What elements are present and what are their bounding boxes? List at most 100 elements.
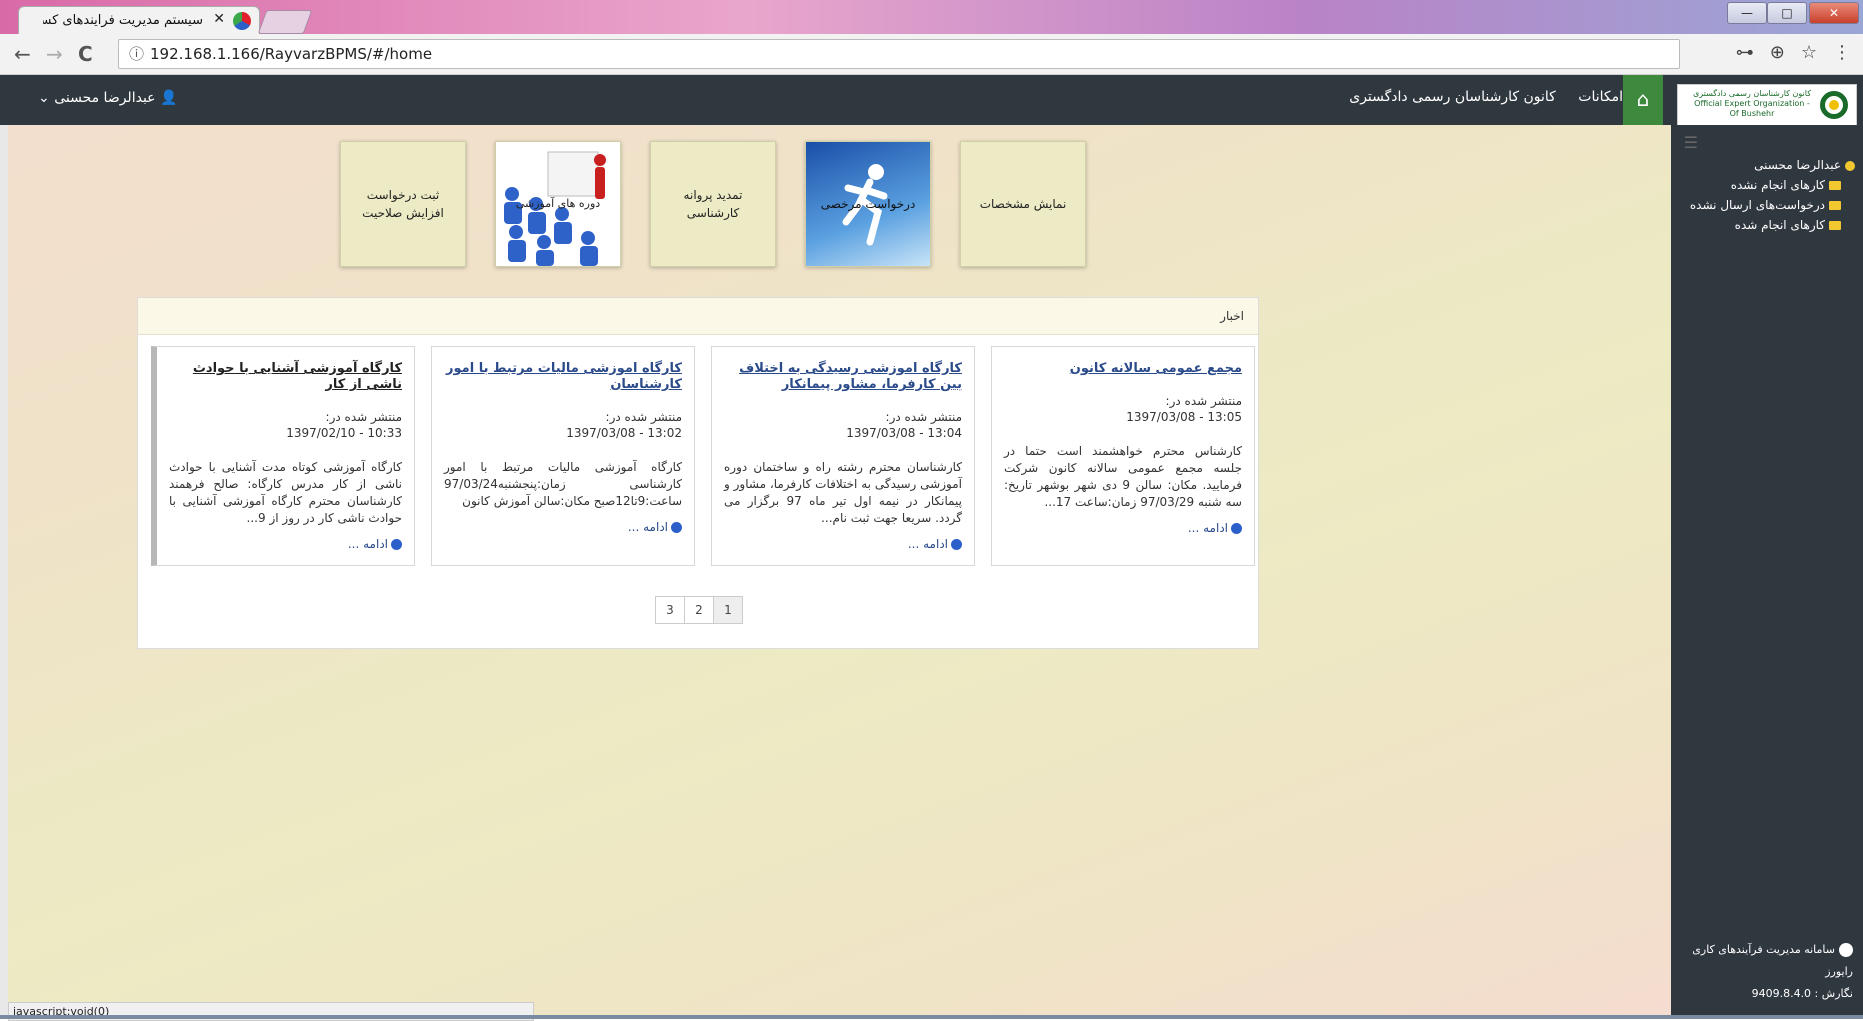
published-label: منتشر شده در: xyxy=(1165,394,1242,408)
sidebar: ☰ عبدالرضا محسنی کارهای انجام نشده درخوا… xyxy=(1671,125,1863,1019)
key-icon[interactable]: ⊶ xyxy=(1736,42,1754,63)
news-body: کارگاه آموزشی کوتاه مدت آشنایی با حوادث … xyxy=(169,460,402,525)
read-more-label: ادامه ... xyxy=(907,537,948,551)
read-more-link[interactable]: ادامه ... xyxy=(1004,521,1242,535)
organization-logo[interactable]: کانون کارشناسان رسمی دادگستری - Official… xyxy=(1677,84,1857,126)
news-panel: اخبار مجمع عمومی سالانه کانون منتشر شده … xyxy=(137,297,1259,649)
reload-icon[interactable]: C xyxy=(78,42,93,66)
tile-competency-request[interactable]: ثبت درخواست افزایش صلاحیت xyxy=(340,141,466,267)
navbar-links: امکانات کانون کارشناسان رسمی دادگستری xyxy=(1331,89,1623,105)
product-name: سامانه مدیریت فرآیندهای کاری رایورز xyxy=(1692,943,1853,978)
read-more-label: ادامه ... xyxy=(1187,521,1228,535)
chrome-favicon-icon xyxy=(233,12,251,30)
home-button[interactable]: ⌂ xyxy=(1623,75,1663,125)
browser-actions: ⊶ ⊕ ☆ ⋮ xyxy=(1720,42,1851,63)
browser-tab[interactable]: ✕ سیستم مدیریت فرایندهای کسب و xyxy=(18,6,260,35)
maximize-button[interactable]: □ xyxy=(1767,2,1807,24)
news-body: کارشناس محترم خواهشمند است حتما در جلسه … xyxy=(1004,444,1242,509)
page-3-button[interactable]: 3 xyxy=(655,596,685,624)
taskbar-edge xyxy=(0,1015,1863,1019)
app-navbar: 👤 عبدالرضا محسنی ⌄ امکانات کانون کارشناس… xyxy=(0,75,1863,125)
sidebar-item-done-tasks[interactable]: کارهای انجام شده xyxy=(1690,215,1855,235)
sidebar-item-pending-tasks[interactable]: کارهای انجام نشده xyxy=(1690,175,1855,195)
tile-training-courses[interactable]: دوره های آموزشی xyxy=(495,141,621,267)
news-title[interactable]: کارگاه آموزشی آشنایی با حوادث ناشی از کا… xyxy=(169,361,402,393)
sidebar-item-unsent-requests[interactable]: درخواست‌های ارسال نشده xyxy=(1690,195,1855,215)
published-label: منتشر شده در: xyxy=(605,410,682,424)
tile-label: نمایش مشخصات xyxy=(979,197,1067,211)
site-info-icon[interactable]: ⓘ xyxy=(129,40,144,68)
sidebar-item-label: کارهای انجام نشده xyxy=(1730,178,1825,192)
folder-icon xyxy=(1829,221,1841,230)
sidebar-footer: سامانه مدیریت فرآیندهای کاری رایورز نگار… xyxy=(1671,939,1853,1005)
url-text: 192.168.1.166/RayvarzBPMS/#/home xyxy=(150,45,433,63)
news-card: مجمع عمومی سالانه کانون منتشر شده در: 13… xyxy=(991,346,1255,566)
published-label: منتشر شده در: xyxy=(325,410,402,424)
tile-renew-license[interactable]: تمدید پروانه کارشناسی xyxy=(650,141,776,267)
pagination: 3 2 1 xyxy=(655,596,743,624)
read-more-link[interactable]: ادامه ... xyxy=(444,520,682,534)
user-name: عبدالرضا محسنی xyxy=(54,90,156,106)
published-date: 13:04 - 1397/03/08 xyxy=(846,426,962,440)
news-header: اخبار xyxy=(138,298,1258,335)
read-more-label: ادامه ... xyxy=(347,537,388,551)
organization-title[interactable]: کانون کارشناسان رسمی دادگستری xyxy=(1349,89,1556,105)
news-title[interactable]: مجمع عمومی سالانه کانون xyxy=(1004,361,1242,377)
bookmark-star-icon[interactable]: ☆ xyxy=(1801,42,1817,63)
tile-leave-request[interactable]: درخواست مرخصی xyxy=(805,141,931,267)
news-card: کارگاه آموزشی آشنایی با حوادث ناشی از کا… xyxy=(151,346,415,566)
url-input[interactable]: ⓘ 192.168.1.166/RayvarzBPMS/#/home xyxy=(118,39,1680,69)
globe-icon xyxy=(951,539,962,550)
globe-icon xyxy=(391,539,402,550)
logo-emblem-icon xyxy=(1820,91,1848,119)
tile-label: ثبت درخواست افزایش صلاحیت xyxy=(362,188,444,220)
page-2-button[interactable]: 2 xyxy=(684,596,714,624)
globe-icon xyxy=(671,522,682,533)
user-icon: 👤 xyxy=(159,90,178,106)
folder-icon xyxy=(1829,201,1841,210)
chevron-down-icon: ⌄ xyxy=(38,90,50,106)
window-close-button[interactable]: ✕ xyxy=(1809,2,1859,24)
news-title[interactable]: کارگاه اموزشی مالیات مرتبط با امور کارشن… xyxy=(444,361,682,393)
forward-icon[interactable]: → xyxy=(46,42,63,66)
zoom-icon[interactable]: ⊕ xyxy=(1770,42,1785,63)
tab-title: سیستم مدیریت فرایندهای کسب و xyxy=(43,13,203,28)
globe-icon xyxy=(1839,943,1853,957)
tile-label: درخواست مرخصی xyxy=(820,197,916,211)
news-body: کارشناسان محترم رشته راه و ساختمان دوره … xyxy=(724,460,962,525)
news-title[interactable]: کارگاه اموزشی رسیدگی به اختلاف بین کارفر… xyxy=(724,361,962,393)
read-more-link[interactable]: ادامه ... xyxy=(724,537,962,551)
user-menu[interactable]: 👤 عبدالرضا محسنی ⌄ xyxy=(38,90,177,106)
new-tab-button[interactable] xyxy=(257,10,313,34)
user-icon xyxy=(1845,160,1855,171)
published-date: 10:33 - 1397/02/10 xyxy=(286,426,402,440)
tile-label: تمدید پروانه کارشناسی xyxy=(683,188,743,220)
browser-tab-strip: ✕ سیستم مدیریت فرایندهای کسب و — □ ✕ xyxy=(0,0,1863,35)
browser-menu-icon[interactable]: ⋮ xyxy=(1833,42,1851,63)
news-card: کارگاه اموزشی رسیدگی به اختلاف بین کارفر… xyxy=(711,346,975,566)
globe-icon xyxy=(1231,523,1242,534)
news-body: کارگاه آموزشی مالیات مرتبط با امور کارشن… xyxy=(444,460,682,508)
tile-show-profile[interactable]: نمایش مشخصات xyxy=(960,141,1086,267)
page-1-button[interactable]: 1 xyxy=(713,596,743,624)
task-tree: عبدالرضا محسنی کارهای انجام نشده درخواست… xyxy=(1690,155,1855,235)
read-more-link[interactable]: ادامه ... xyxy=(169,537,402,551)
tile-label: دوره های آموزشی xyxy=(515,197,601,210)
published-label: منتشر شده در: xyxy=(885,410,962,424)
sidebar-item-label: کارهای انجام شده xyxy=(1734,218,1825,232)
page-scrollbar[interactable] xyxy=(0,125,8,1019)
published-date: 13:05 - 1397/03/08 xyxy=(1126,410,1242,424)
minimize-button[interactable]: — xyxy=(1727,2,1767,24)
home-icon: ⌂ xyxy=(1636,87,1650,111)
read-more-label: ادامه ... xyxy=(627,520,668,534)
logo-text: کانون کارشناسان رسمی دادگستری - Official… xyxy=(1692,89,1812,118)
folder-icon xyxy=(1829,181,1841,190)
tree-user-name: عبدالرضا محسنی xyxy=(1754,158,1841,172)
version-label: نگارش : 9409.8.4.0 xyxy=(1751,987,1853,1000)
published-date: 13:02 - 1397/03/08 xyxy=(566,426,682,440)
tab-close-icon[interactable]: ✕ xyxy=(213,11,225,27)
back-icon[interactable]: ← xyxy=(14,42,31,66)
tree-user-node[interactable]: عبدالرضا محسنی xyxy=(1690,155,1855,175)
features-link[interactable]: امکانات xyxy=(1578,89,1623,105)
hamburger-icon[interactable]: ☰ xyxy=(1684,133,1698,152)
